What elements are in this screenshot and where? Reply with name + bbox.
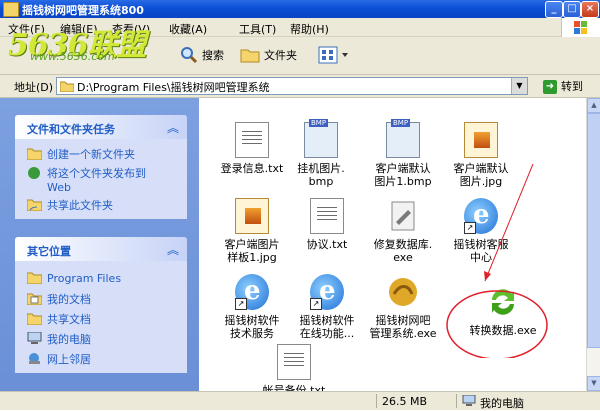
tasks-panel-header[interactable]: 文件和文件夹任务 ︽ <box>15 115 187 139</box>
file-name: 客户端默认 <box>375 162 431 175</box>
folder-icon <box>26 271 43 285</box>
place-my-documents[interactable]: 我的文档 <box>26 291 91 307</box>
place-shared-documents[interactable]: 共享文档 <box>26 311 91 327</box>
watermark-logo: 5636联盟 www.5636.com <box>8 18 203 66</box>
place-label: 我的文档 <box>47 293 91 306</box>
places-panel: 其它位置 ︽ Program Files 我的文档 共享文档 我的电脑 网上邻居 <box>15 237 187 373</box>
place-my-computer[interactable]: 我的电脑 <box>27 331 91 347</box>
minimize-button[interactable]: _ <box>545 1 563 18</box>
folder-icon <box>3 2 19 17</box>
folders-button[interactable]: 文件夹 <box>264 47 297 63</box>
jpeg-file-icon <box>235 198 269 234</box>
computer-icon <box>27 331 42 345</box>
vertical-scrollbar[interactable]: ▲ ▼ <box>586 98 600 391</box>
place-label: Program Files <box>47 272 122 285</box>
address-input[interactable]: D:\Program Files\摇钱树网吧管理系统 ▼ <box>56 77 528 95</box>
annotation-overlay <box>446 163 548 358</box>
internet-shortcut-icon: ↗ <box>310 274 344 310</box>
menu-help[interactable]: 帮助(H) <box>290 21 329 37</box>
scroll-down-icon[interactable]: ▼ <box>587 376 600 391</box>
file-name-cont: 样板1.jpg <box>227 251 277 264</box>
place-label: 网上邻居 <box>47 353 91 366</box>
tasks-panel: 文件和文件夹任务 ︽ 创建一个新文件夹 将这个文件夹发布到 Web 共享此文件夹 <box>15 115 187 219</box>
task-label-cont: Web <box>47 181 71 194</box>
file-name: 摇钱树网吧 <box>375 314 431 327</box>
status-size: 26.5 MB <box>382 395 428 408</box>
file-item[interactable]: BMP 挂机图片. bmp <box>276 119 366 188</box>
title-bar: 摇钱树网吧管理系统800 _ □ × <box>0 0 600 18</box>
file-name: 修复数据库. <box>373 238 433 251</box>
go-label: 转到 <box>561 80 583 93</box>
address-label: 地址(D) <box>14 81 54 94</box>
file-name-cont: exe <box>393 251 413 264</box>
network-icon <box>27 352 42 365</box>
bitmap-file-icon: BMP <box>304 119 338 158</box>
place-network[interactable]: 网上邻居 <box>27 351 91 367</box>
file-item[interactable]: BMP 客户端默认 图片1.bmp <box>358 119 448 188</box>
place-program-files[interactable]: Program Files <box>26 271 122 285</box>
task-publish-web[interactable]: 将这个文件夹发布到 Web <box>27 165 146 194</box>
scroll-thumb[interactable] <box>587 113 600 348</box>
file-item[interactable]: 帐号备份.txt <box>249 344 339 397</box>
dragon-app-icon <box>386 274 420 310</box>
windows-logo-icon <box>561 18 600 38</box>
folder-icon <box>59 80 75 95</box>
chevron-down-icon[interactable]: ▼ <box>511 78 527 94</box>
internet-shortcut-icon: ↗ <box>235 274 269 310</box>
views-icon[interactable] <box>318 46 350 67</box>
collapse-icon[interactable]: ︽ <box>167 241 179 258</box>
file-item[interactable]: 摇钱树网吧 管理系统.exe <box>358 274 448 340</box>
place-label: 我的电脑 <box>47 333 91 346</box>
share-folder-icon <box>26 198 43 212</box>
status-bar: 26.5 MB 我的电脑 <box>0 391 600 410</box>
go-arrow-icon: ➜ <box>543 80 557 94</box>
task-pane: 文件和文件夹任务 ︽ 创建一个新文件夹 将这个文件夹发布到 Web 共享此文件夹… <box>0 98 199 402</box>
computer-icon <box>462 394 476 410</box>
close-button[interactable]: × <box>581 1 599 18</box>
file-name-cont: 图片1.bmp <box>374 175 432 188</box>
new-folder-icon <box>26 147 43 161</box>
repair-tool-icon <box>386 198 420 234</box>
task-new-folder[interactable]: 创建一个新文件夹 <box>26 146 135 162</box>
tasks-panel-title: 文件和文件夹任务 <box>27 123 115 136</box>
logo-url: www.5636.com <box>30 50 115 63</box>
text-file-icon <box>310 198 344 234</box>
shared-docs-icon <box>26 312 43 326</box>
place-label: 共享文档 <box>47 313 91 326</box>
file-item[interactable]: 修复数据库. exe <box>358 198 448 264</box>
file-name-cont: 管理系统.exe <box>369 327 437 340</box>
task-label: 将这个文件夹发布到 <box>47 167 146 180</box>
search-button[interactable]: 搜索 <box>202 47 224 63</box>
maximize-button[interactable]: □ <box>563 1 581 18</box>
menu-tools[interactable]: 工具(T) <box>239 21 276 37</box>
places-panel-title: 其它位置 <box>27 245 71 258</box>
task-share-folder[interactable]: 共享此文件夹 <box>26 197 113 213</box>
file-name-cont: bmp <box>308 175 334 188</box>
go-button[interactable]: ➜ 转到 <box>543 78 583 94</box>
window-title: 摇钱树网吧管理系统800 <box>22 4 144 17</box>
publish-web-icon <box>27 166 42 179</box>
places-panel-header[interactable]: 其它位置 ︽ <box>15 237 187 261</box>
folders-icon[interactable] <box>240 47 260 66</box>
text-file-icon <box>277 344 311 380</box>
file-name: 挂机图片. <box>297 162 345 175</box>
address-bar: 地址(D) D:\Program Files\摇钱树网吧管理系统 ▼ ➜ 转到 <box>0 75 600 98</box>
bitmap-file-icon: BMP <box>386 119 420 158</box>
jpeg-file-icon <box>464 122 498 158</box>
collapse-icon[interactable]: ︽ <box>167 119 179 136</box>
scroll-up-icon[interactable]: ▲ <box>587 98 600 113</box>
address-value: D:\Program Files\摇钱树网吧管理系统 <box>77 81 270 94</box>
task-label: 创建一个新文件夹 <box>47 148 135 161</box>
text-file-icon <box>235 122 269 158</box>
task-label: 共享此文件夹 <box>47 199 113 212</box>
documents-icon <box>26 292 43 306</box>
file-view: 登录信息.txt BMP 挂机图片. bmp BMP 客户端默认 图片1.bmp… <box>200 98 586 397</box>
